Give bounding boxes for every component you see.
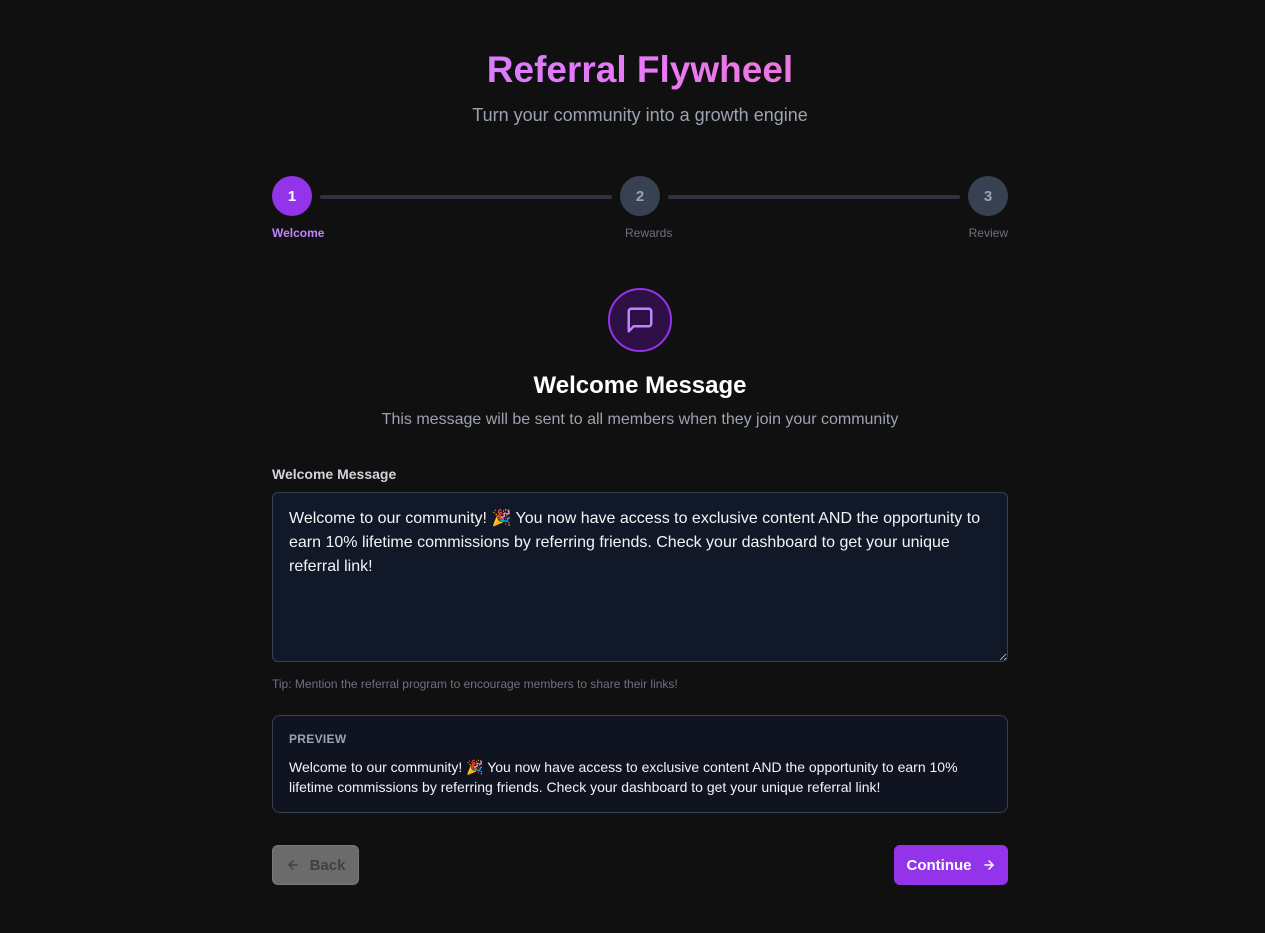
step-2-circle[interactable]: 2 [620,176,660,216]
section-title: Welcome Message [533,372,747,399]
arrow-left-icon [287,860,298,870]
continue-button-label: Continue [906,856,972,874]
step-connector-2 [668,195,960,199]
arrow-right-icon [983,860,994,870]
tip-text: Tip: Mention the referral program to enc… [272,677,678,691]
step-1-label: Welcome [272,226,325,240]
welcome-message-textarea[interactable] [272,492,1008,662]
welcome-message-label: Welcome Message [272,466,397,482]
step-3-circle[interactable]: 3 [968,176,1008,216]
section-description: This message will be sent to all members… [381,411,899,428]
page-title: Referral Flywheel [272,48,1008,92]
page-subtitle: Turn your community into a growth engine [472,105,808,125]
step-connector-1 [320,195,612,199]
message-square-icon [608,288,672,352]
step-1-circle[interactable]: 1 [272,176,312,216]
back-button[interactable]: Back [272,845,359,885]
preview-box: PREVIEW Welcome to our community! 🎉 You … [272,715,1008,813]
back-button-label: Back [309,856,346,874]
continue-button[interactable]: Continue [894,845,1008,885]
preview-text: Welcome to our community! 🎉 You now have… [289,759,958,795]
preview-label: PREVIEW [289,732,347,746]
step-2-label: Rewards [625,226,673,240]
stepper: 1 2 3 Welcome Rewards Review [272,176,1008,246]
step-3-label: Review [968,226,1008,240]
